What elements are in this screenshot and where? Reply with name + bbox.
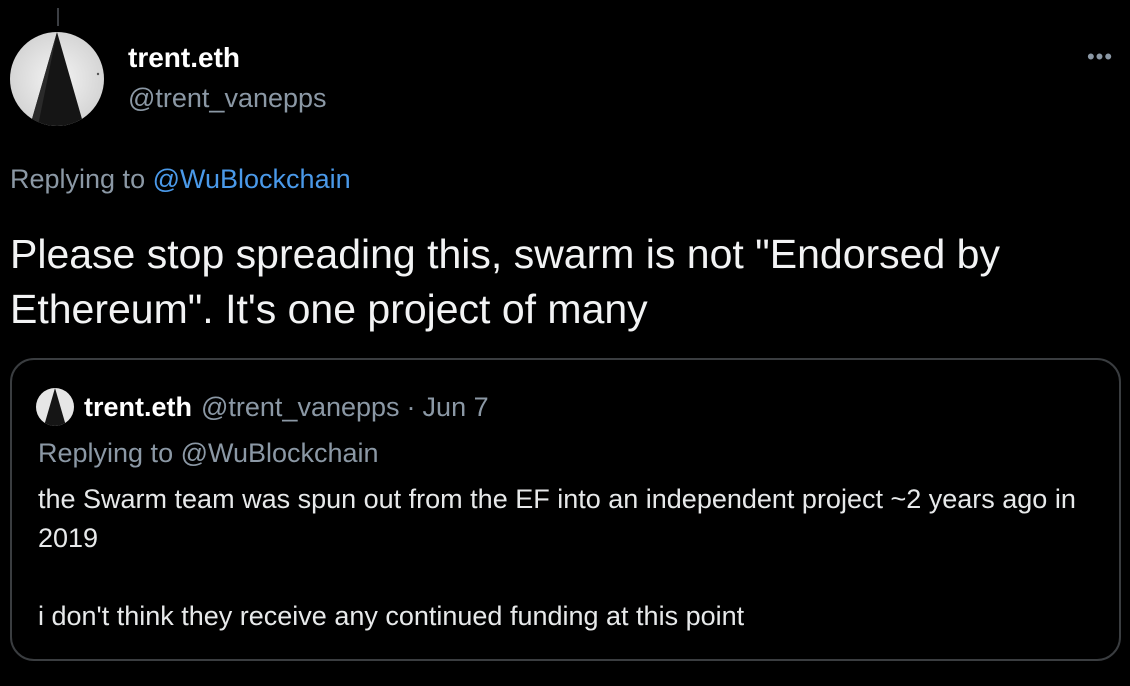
quoted-author-handle: @trent_vanepps [201, 391, 400, 422]
more-options-icon[interactable]: ••• [1082, 44, 1118, 69]
triangle-peak-avatar-icon [10, 32, 104, 126]
thread-connector-line [57, 8, 59, 26]
reply-mention-link[interactable]: @WuBlockchain [153, 164, 351, 194]
quoted-reply-context: Replying to @WuBlockchain [38, 438, 379, 468]
reply-prefix: Replying to [10, 164, 146, 194]
quoted-paragraph: i don't think they receive any continued… [38, 601, 745, 631]
quoted-tweet-card[interactable]: trent.eth @trent_vanepps · Jun 7 Replyin… [10, 358, 1121, 661]
author-name[interactable]: trent.eth [128, 42, 240, 74]
author-handle[interactable]: @trent_vanepps [128, 83, 327, 114]
tweet-detail: trent.eth @trent_vanepps ••• Replying to… [0, 0, 1130, 686]
quoted-tweet-text: the Swarm team was spun out from the EF … [38, 480, 1098, 636]
quoted-tweet-date: Jun 7 [422, 391, 489, 422]
quoted-tweet-header: trent.eth @trent_vanepps · Jun 7 [36, 388, 489, 426]
author-avatar[interactable] [10, 32, 104, 126]
quoted-paragraph: the Swarm team was spun out from the EF … [38, 484, 1076, 553]
reply-context: Replying to @WuBlockchain [10, 164, 351, 195]
quoted-author-avatar [36, 388, 74, 426]
dot-separator: · [406, 391, 416, 422]
tweet-text: Please stop spreading this, swarm is not… [10, 231, 1000, 332]
triangle-peak-avatar-icon [36, 388, 74, 426]
quoted-author-name: trent.eth [84, 391, 192, 422]
